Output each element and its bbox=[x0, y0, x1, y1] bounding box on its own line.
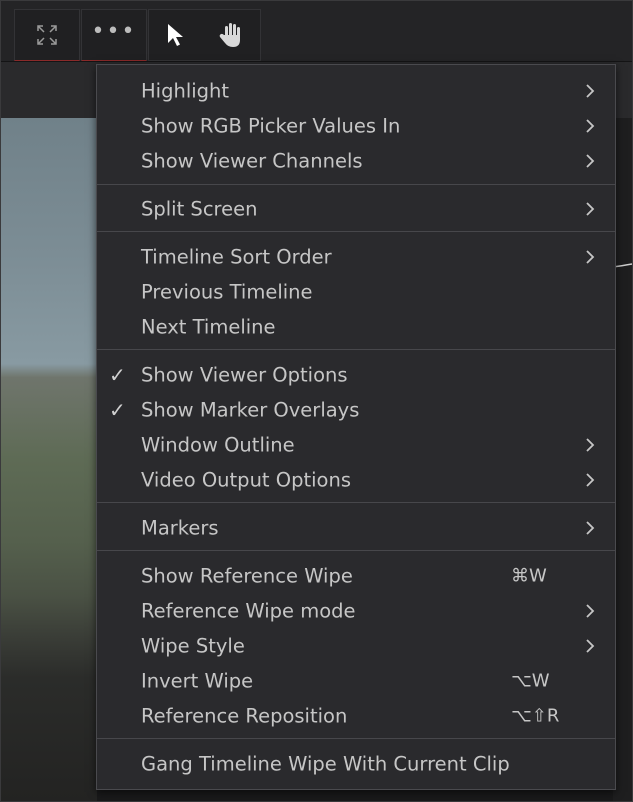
menu-item-timeline-sort-order[interactable]: Timeline Sort Order bbox=[97, 239, 615, 274]
chevron-right-icon bbox=[586, 249, 595, 264]
chevron-right-icon bbox=[586, 472, 595, 487]
menu-separator bbox=[97, 231, 615, 232]
menu-item-invert-wipe[interactable]: Invert Wipe ⌥W bbox=[97, 663, 615, 698]
menu-item-label: Show Viewer Channels bbox=[141, 149, 363, 172]
menu-item-markers[interactable]: Markers bbox=[97, 510, 615, 545]
keyboard-shortcut: ⌥W bbox=[511, 670, 550, 691]
menu-item-show-viewer-options[interactable]: ✓ Show Viewer Options bbox=[97, 357, 615, 392]
menu-item-label: Reference Reposition bbox=[141, 704, 348, 727]
chevron-right-icon bbox=[586, 83, 595, 98]
chevron-right-icon bbox=[586, 201, 595, 216]
menu-item-split-screen[interactable]: Split Screen bbox=[97, 191, 615, 226]
chevron-right-icon bbox=[586, 153, 595, 168]
menu-item-label: Split Screen bbox=[141, 197, 258, 220]
ellipsis-icon: ••• bbox=[91, 19, 137, 44]
menu-item-label: Markers bbox=[141, 516, 219, 539]
menu-item-label: Previous Timeline bbox=[141, 280, 313, 303]
pointer-arrow-icon[interactable] bbox=[164, 22, 186, 48]
menu-item-label: Gang Timeline Wipe With Current Clip bbox=[141, 752, 510, 775]
fit-to-screen-button[interactable] bbox=[14, 9, 80, 61]
menu-separator bbox=[97, 550, 615, 551]
menu-separator bbox=[97, 738, 615, 739]
chevron-right-icon bbox=[586, 638, 595, 653]
menu-item-show-marker-overlays[interactable]: ✓ Show Marker Overlays bbox=[97, 392, 615, 427]
menu-separator bbox=[97, 184, 615, 185]
menu-item-label: Highlight bbox=[141, 79, 230, 102]
chevron-right-icon bbox=[586, 520, 595, 535]
menu-item-show-rgb-picker-values-in[interactable]: Show RGB Picker Values In bbox=[97, 108, 615, 143]
menu-item-gang-timeline-wipe[interactable]: Gang Timeline Wipe With Current Clip bbox=[97, 746, 615, 781]
tool-group bbox=[148, 9, 261, 61]
hand-pan-icon[interactable] bbox=[217, 21, 245, 49]
menu-item-label: Show Viewer Options bbox=[141, 363, 348, 386]
chevron-right-icon bbox=[586, 437, 595, 452]
menu-item-wipe-style[interactable]: Wipe Style bbox=[97, 628, 615, 663]
keyboard-shortcut: ⌘W bbox=[511, 565, 547, 586]
chevron-right-icon bbox=[586, 118, 595, 133]
menu-separator bbox=[97, 349, 615, 350]
menu-item-label: Invert Wipe bbox=[141, 669, 254, 692]
viewer-image bbox=[1, 118, 97, 801]
menu-item-window-outline[interactable]: Window Outline bbox=[97, 427, 615, 462]
menu-item-label: Wipe Style bbox=[141, 634, 245, 657]
menu-item-highlight[interactable]: Highlight bbox=[97, 73, 615, 108]
viewer-options-menu: Highlight Show RGB Picker Values In Show… bbox=[96, 64, 616, 790]
menu-item-label: Show RGB Picker Values In bbox=[141, 114, 401, 137]
menu-item-show-reference-wipe[interactable]: Show Reference Wipe ⌘W bbox=[97, 558, 615, 593]
menu-item-label: Show Reference Wipe bbox=[141, 564, 353, 587]
menu-separator bbox=[97, 502, 615, 503]
menu-item-reference-wipe-mode[interactable]: Reference Wipe mode bbox=[97, 593, 615, 628]
viewer-toolbar: ••• bbox=[1, 1, 632, 62]
chevron-right-icon bbox=[586, 603, 595, 618]
menu-item-label: Show Marker Overlays bbox=[141, 398, 360, 421]
menu-item-label: Video Output Options bbox=[141, 468, 352, 491]
menu-item-next-timeline[interactable]: Next Timeline bbox=[97, 309, 615, 344]
menu-item-label: Window Outline bbox=[141, 433, 295, 456]
menu-item-show-viewer-channels[interactable]: Show Viewer Channels bbox=[97, 143, 615, 178]
menu-item-previous-timeline[interactable]: Previous Timeline bbox=[97, 274, 615, 309]
menu-item-label: Reference Wipe mode bbox=[141, 599, 356, 622]
keyboard-shortcut: ⌥⇧R bbox=[511, 705, 560, 726]
menu-item-label: Timeline Sort Order bbox=[141, 245, 332, 268]
checkmark-icon: ✓ bbox=[109, 397, 126, 422]
menu-item-label: Next Timeline bbox=[141, 315, 276, 338]
fit-to-screen-icon bbox=[37, 25, 57, 45]
more-options-button[interactable]: ••• bbox=[81, 9, 147, 61]
menu-item-video-output-options[interactable]: Video Output Options bbox=[97, 462, 615, 497]
checkmark-icon: ✓ bbox=[109, 362, 126, 387]
menu-item-reference-reposition[interactable]: Reference Reposition ⌥⇧R bbox=[97, 698, 615, 733]
